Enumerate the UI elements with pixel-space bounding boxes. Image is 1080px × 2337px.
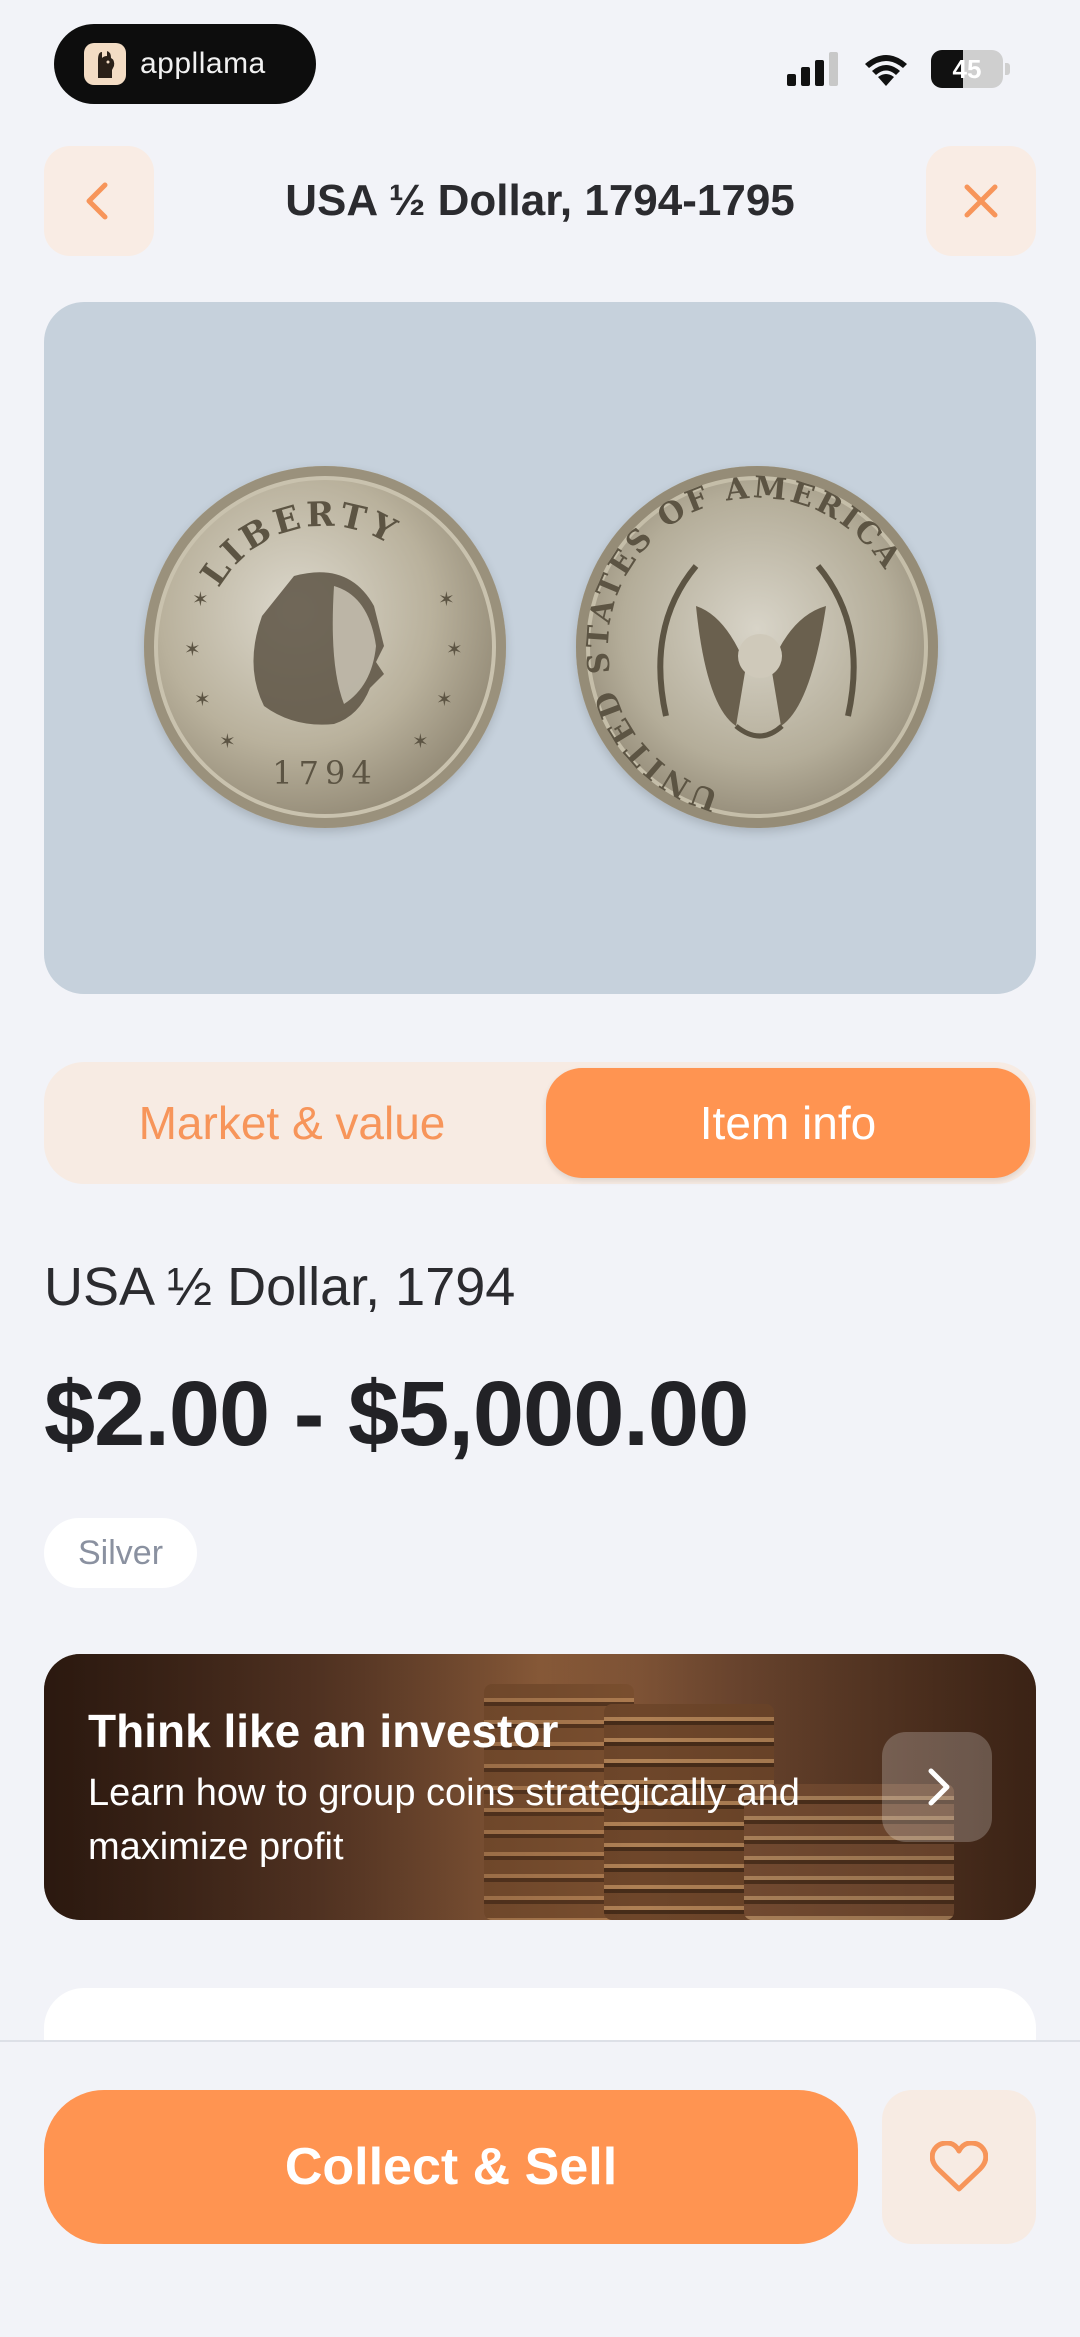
- promo-arrow-button[interactable]: [882, 1732, 992, 1842]
- page-title: USA ½ Dollar, 1794-1795: [285, 176, 795, 225]
- app-name: appllama: [140, 47, 266, 80]
- svg-text:✶: ✶: [446, 637, 463, 661]
- heart-icon: [930, 2141, 988, 2192]
- price-range: $2.00 - $5,000.00: [44, 1363, 749, 1465]
- coin-obverse-image: LIBERTY 1794 ✶ ✶ ✶ ✶ ✶ ✶ ✶ ✶: [144, 466, 506, 828]
- svg-text:✶: ✶: [438, 587, 455, 611]
- svg-text:✶: ✶: [412, 729, 429, 753]
- battery-level: 45: [952, 53, 982, 84]
- segmented-tabs: Market & value Item info: [44, 1062, 1036, 1184]
- llama-logo-icon: [84, 43, 126, 85]
- bottom-action-bar: Collect & Sell: [0, 2040, 1080, 2337]
- tab-item-info[interactable]: Item info: [546, 1068, 1030, 1178]
- investor-promo-banner[interactable]: Think like an investor Learn how to grou…: [44, 1654, 1036, 1920]
- app-badge[interactable]: appllama: [54, 24, 316, 104]
- close-button[interactable]: [926, 146, 1036, 256]
- coin-reverse-image: UNITED STATES OF AMERICA: [576, 466, 938, 828]
- chevron-left-icon: [86, 182, 108, 220]
- promo-subtitle: Learn how to group coins strategically a…: [88, 1772, 800, 1868]
- promo-title: Think like an investor: [88, 1705, 559, 1757]
- battery-cap: [1005, 63, 1010, 75]
- signal-icon: [787, 52, 838, 86]
- collect-sell-button[interactable]: Collect & Sell: [44, 2090, 858, 2244]
- tab-market-value[interactable]: Market & value: [50, 1068, 534, 1178]
- svg-text:✶: ✶: [219, 729, 236, 753]
- status-bar: appllama 45: [0, 0, 1080, 130]
- status-icons: 45: [787, 50, 1010, 88]
- material-tag: Silver: [44, 1518, 198, 1588]
- chevron-right-icon: [928, 1768, 950, 1806]
- coin-obverse-date: 1794: [272, 754, 377, 792]
- svg-text:✶: ✶: [194, 687, 211, 711]
- svg-text:✶: ✶: [184, 637, 201, 661]
- header: USA ½ Dollar, 1794-1795: [0, 146, 1080, 258]
- close-icon: [964, 184, 998, 218]
- favorite-button[interactable]: [882, 2090, 1036, 2244]
- svg-text:✶: ✶: [436, 687, 453, 711]
- back-button[interactable]: [44, 146, 154, 256]
- coin-image[interactable]: LIBERTY 1794 ✶ ✶ ✶ ✶ ✶ ✶ ✶ ✶ UNITED STATES OF…: [44, 302, 1036, 994]
- wifi-icon: [865, 55, 907, 86]
- svg-text:✶: ✶: [192, 587, 209, 611]
- battery-icon: 45: [931, 50, 1003, 88]
- item-name: USA ½ Dollar, 1794: [44, 1257, 516, 1317]
